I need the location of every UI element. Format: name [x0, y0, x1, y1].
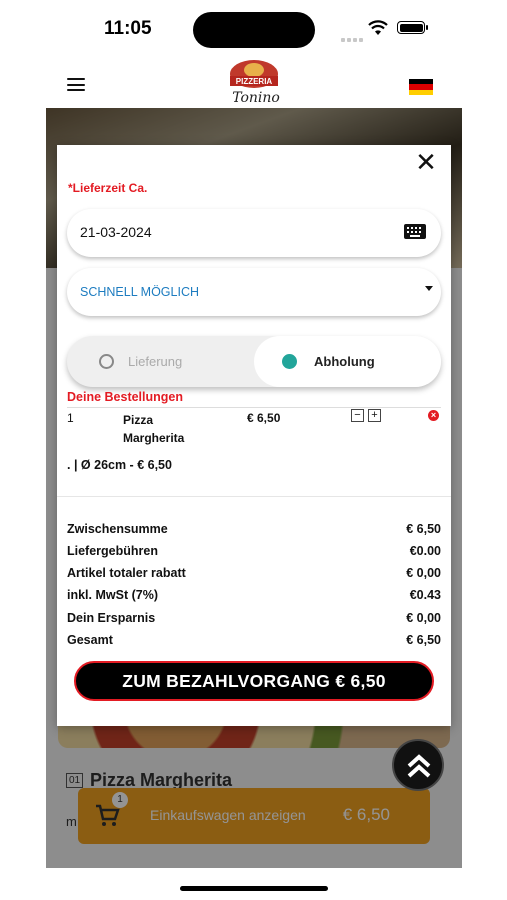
home-indicator[interactable]: [180, 886, 328, 891]
orders-divider: [67, 407, 441, 408]
status-time: 11:05: [104, 18, 152, 39]
battery-icon: [397, 21, 428, 34]
pickup-option-label: Abholung: [314, 354, 375, 369]
pickup-option[interactable]: Abholung: [254, 336, 441, 387]
delivery-option-label: Lieferung: [128, 354, 183, 369]
date-field[interactable]: 21-03-2024: [67, 209, 441, 257]
radio-selected-icon: [282, 354, 297, 369]
remove-icon[interactable]: ×: [428, 410, 439, 421]
summary-row-savings: Dein Ersparnis € 0,00: [67, 611, 441, 629]
summary-value: € 6,50: [406, 633, 441, 647]
summary-row-subtotal: Zwischensumme € 6,50: [67, 522, 441, 540]
dynamic-island: [193, 12, 315, 48]
summary-label: Gesamt: [67, 633, 113, 647]
wifi-icon: [368, 20, 388, 35]
signal-icon: [341, 29, 365, 42]
order-name: Pizza Margherita: [123, 413, 185, 445]
summary-label: Dein Ersparnis: [67, 611, 156, 625]
summary-row-discount: Artikel totaler rabatt € 0,00: [67, 566, 441, 584]
radio-unselected-icon: [99, 354, 114, 369]
date-value: 21-03-2024: [80, 224, 152, 240]
summary-label: inkl. MwSt (7%): [67, 588, 158, 602]
summary-label: Artikel totaler rabatt: [67, 566, 186, 580]
flag-de-icon[interactable]: [409, 79, 433, 95]
summary-value: € 0,00: [406, 566, 441, 580]
delivery-time-label: *Lieferzeit Ca.: [68, 181, 148, 195]
summary-value: € 6,50: [406, 522, 441, 536]
delivery-time-select[interactable]: SCHNELL MÖGLICH: [67, 268, 441, 316]
summary-row-vat: inkl. MwSt (7%) €0.43: [67, 588, 441, 606]
decrease-qty-button[interactable]: −: [351, 409, 364, 422]
order-modal: ✕ *Lieferzeit Ca. 21-03-2024 SCHNELL MÖG…: [57, 145, 451, 726]
chevrons-up-icon: [407, 754, 431, 778]
summary-divider: [57, 496, 451, 497]
summary-value: €0.00: [409, 544, 441, 558]
app-header: PIZZERIA Tonino: [0, 56, 507, 108]
fulfillment-toggle: Lieferung Abholung: [67, 336, 441, 387]
summary-label: Liefergebühren: [67, 544, 158, 558]
keyboard-icon[interactable]: [404, 224, 426, 239]
summary-value: € 0,00: [406, 611, 441, 625]
scroll-to-top-button[interactable]: [392, 739, 444, 791]
time-select-value: SCHNELL MÖGLICH: [80, 285, 200, 299]
checkout-button[interactable]: ZUM BEZAHLVORGANG € 6,50: [74, 661, 434, 701]
status-bar: 11:05: [0, 0, 507, 56]
delivery-option[interactable]: Lieferung: [67, 336, 255, 387]
order-option: . | Ø 26cm - € 6,50: [67, 458, 172, 472]
summary-row-total: Gesamt € 6,50: [67, 633, 441, 651]
svg-text:PIZZERIA: PIZZERIA: [236, 77, 273, 86]
order-qty: 1: [67, 411, 74, 425]
summary-value: €0.43: [409, 588, 441, 602]
summary-row-delivery-fee: Liefergebühren €0.00: [67, 544, 441, 562]
svg-text:Tonino: Tonino: [232, 90, 280, 106]
orders-title: Deine Bestellungen: [67, 390, 183, 404]
increase-qty-button[interactable]: +: [368, 409, 381, 422]
order-price: € 6,50: [247, 411, 281, 425]
summary-label: Zwischensumme: [67, 522, 168, 536]
pizzeria-logo[interactable]: PIZZERIA Tonino: [222, 58, 286, 108]
chevron-down-icon: [425, 286, 433, 291]
menu-icon[interactable]: [67, 78, 85, 91]
close-icon[interactable]: ✕: [415, 149, 437, 175]
